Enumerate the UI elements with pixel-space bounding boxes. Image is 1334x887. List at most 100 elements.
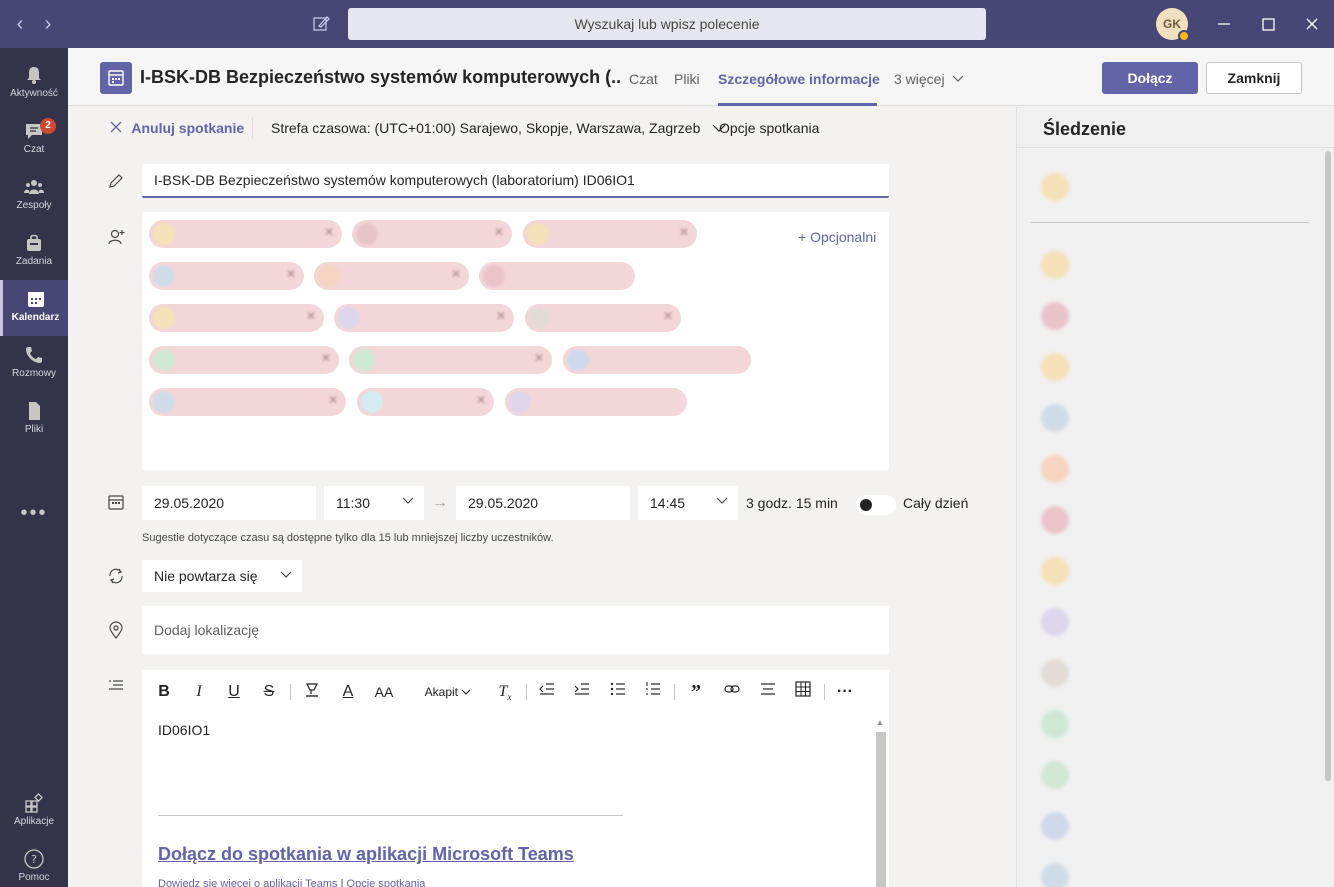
add-optional-button[interactable]: + Opcjonalni: [798, 229, 876, 245]
maximize-icon[interactable]: [1256, 12, 1280, 36]
highlight-icon[interactable]: [302, 680, 322, 704]
rail-item-apps[interactable]: Aplikacje: [0, 784, 68, 840]
close-button[interactable]: Zamknij: [1206, 62, 1302, 94]
remove-attendee-icon[interactable]: ✕: [286, 267, 296, 281]
clear-formatting-icon[interactable]: Tx: [495, 680, 515, 704]
remove-attendee-icon[interactable]: ✕: [494, 225, 504, 239]
attendee-chip[interactable]: ✕: [357, 388, 494, 416]
tracking-title: Śledzenie: [1043, 119, 1127, 139]
more-options-icon[interactable]: ···: [834, 680, 856, 704]
attendee-chip[interactable]: ✕: [334, 304, 514, 332]
attendee-chip[interactable]: [479, 262, 635, 290]
tracking-attendee: [1041, 655, 1301, 695]
editor-scrollbar[interactable]: ▲: [874, 718, 886, 887]
join-teams-link[interactable]: Dołącz do spotkania w aplikacji Microsof…: [158, 844, 574, 865]
timezone-dropdown[interactable]: Strefa czasowa: (UTC+01:00) Sarajewo, Sk…: [271, 120, 726, 136]
meeting-options-button[interactable]: Opcje spotkania: [719, 120, 819, 136]
back-arrow-icon[interactable]: ‹: [10, 12, 30, 36]
tab-chat[interactable]: Czat: [629, 71, 658, 87]
italic-icon[interactable]: I: [189, 680, 209, 704]
repeat-dropdown[interactable]: Nie powtarza się: [142, 560, 302, 592]
attendees-field[interactable]: ✕ ✕ ✕ ✕ ✕ ✕ ✕ ✕ ✕ ✕ ✕ ✕ + Opcjonalni: [142, 212, 889, 470]
tab-files[interactable]: Pliki: [674, 71, 700, 87]
start-date-field[interactable]: 29.05.2020: [142, 486, 316, 520]
remove-attendee-icon[interactable]: ✕: [306, 309, 316, 323]
remove-attendee-icon[interactable]: ✕: [324, 225, 334, 239]
attendee-chip[interactable]: ✕: [349, 346, 552, 374]
font-size-icon[interactable]: AA: [373, 680, 395, 704]
attendee-chip[interactable]: ✕: [523, 220, 697, 248]
attendee-chip[interactable]: ✕: [149, 304, 324, 332]
all-day-toggle[interactable]: [856, 495, 896, 515]
attendee-chip[interactable]: ✕: [352, 220, 512, 248]
location-input[interactable]: Dodaj lokalizację: [142, 606, 889, 654]
end-date-field[interactable]: 29.05.2020: [456, 486, 630, 520]
bulleted-list-icon[interactable]: [608, 680, 628, 704]
meeting-title-field[interactable]: I-BSK-DB Bezpieczeństwo systemów kompute…: [142, 164, 889, 198]
bold-icon[interactable]: B: [154, 680, 174, 704]
attendee-chip[interactable]: ✕: [525, 304, 681, 332]
rail-item-teams[interactable]: Zespoły: [0, 168, 68, 224]
decrease-indent-icon[interactable]: [537, 680, 557, 704]
numbered-list-icon[interactable]: [643, 680, 663, 704]
attendee-avatar: [353, 349, 375, 371]
remove-attendee-icon[interactable]: ✕: [328, 393, 338, 407]
rail-item-calls[interactable]: Rozmowy: [0, 336, 68, 392]
rail-item-label: Kalendarz: [11, 312, 60, 323]
attendee-chip[interactable]: [505, 388, 687, 416]
bell-icon: [27, 67, 41, 84]
attendee-chip[interactable]: ✕: [149, 346, 339, 374]
user-avatar[interactable]: GK: [1156, 8, 1190, 42]
attendee-chip[interactable]: ✕: [149, 220, 342, 248]
cancel-meeting-button[interactable]: Anuluj spotkanie: [110, 120, 244, 136]
tab-more[interactable]: 3 więcej: [894, 71, 964, 87]
table-icon[interactable]: [793, 680, 813, 704]
attendee-chip[interactable]: ✕: [314, 262, 469, 290]
compose-icon[interactable]: [310, 12, 332, 36]
paragraph-dropdown[interactable]: Akapit: [420, 680, 476, 704]
forward-arrow-icon[interactable]: ›: [38, 12, 58, 36]
search-input[interactable]: Wyszukaj lub wpisz polecenie: [348, 8, 986, 40]
remove-attendee-icon[interactable]: ✕: [534, 351, 544, 365]
title-bar: ‹ › Wyszukaj lub wpisz polecenie GK: [0, 0, 1334, 48]
editor-divider: [158, 815, 623, 816]
remove-attendee-icon[interactable]: ✕: [663, 309, 673, 323]
remove-attendee-icon[interactable]: ✕: [321, 351, 331, 365]
scroll-up-icon[interactable]: ▲: [876, 718, 884, 727]
attendee-chip[interactable]: ✕: [149, 262, 304, 290]
underline-icon[interactable]: U: [224, 680, 244, 704]
close-window-icon[interactable]: [1300, 12, 1324, 36]
tab-details[interactable]: Szczegółowe informacje: [718, 71, 880, 87]
remove-attendee-icon[interactable]: ✕: [679, 225, 689, 239]
scrollbar-thumb[interactable]: [876, 732, 886, 887]
rail-item-calendar[interactable]: Kalendarz: [0, 280, 68, 336]
meeting-options-link[interactable]: Opcje spotkania: [347, 878, 426, 887]
strikethrough-icon[interactable]: S: [259, 680, 279, 704]
remove-attendee-icon[interactable]: ✕: [476, 393, 486, 407]
font-color-icon[interactable]: A: [338, 680, 358, 704]
link-icon[interactable]: [722, 680, 742, 704]
start-time-dropdown[interactable]: 11:30: [324, 486, 424, 520]
rail-item-chat[interactable]: 2 Czat: [0, 112, 68, 168]
attendee-chip[interactable]: [563, 346, 751, 374]
rail-item-files[interactable]: Pliki: [0, 392, 68, 448]
tracking-scrollbar[interactable]: [1325, 151, 1331, 781]
file-icon: [29, 402, 40, 420]
join-button[interactable]: Dołącz: [1102, 62, 1198, 94]
minimize-icon[interactable]: [1212, 12, 1236, 36]
end-time-dropdown[interactable]: 14:45: [638, 486, 738, 520]
attendee-chip[interactable]: ✕: [149, 388, 346, 416]
more-apps-icon[interactable]: •••: [0, 502, 68, 525]
attendee-avatar: [1041, 710, 1069, 738]
rail-item-tasks[interactable]: Zadania: [0, 224, 68, 280]
quote-icon[interactable]: ”: [686, 680, 706, 704]
increase-indent-icon[interactable]: [572, 680, 592, 704]
rail-item-label: Aktywność: [10, 88, 58, 99]
remove-attendee-icon[interactable]: ✕: [451, 267, 461, 281]
rail-item-help[interactable]: ? Pomoc: [0, 840, 68, 887]
align-icon[interactable]: [758, 680, 778, 704]
remove-attendee-icon[interactable]: ✕: [496, 309, 506, 323]
learn-more-link[interactable]: Dowiedz się więcej o aplikacji Teams: [158, 878, 338, 887]
description-editor[interactable]: B I U S A AA Akapit Tx ” ··· ID06IO1 Doł…: [142, 670, 889, 887]
rail-item-activity[interactable]: Aktywność: [0, 56, 68, 112]
